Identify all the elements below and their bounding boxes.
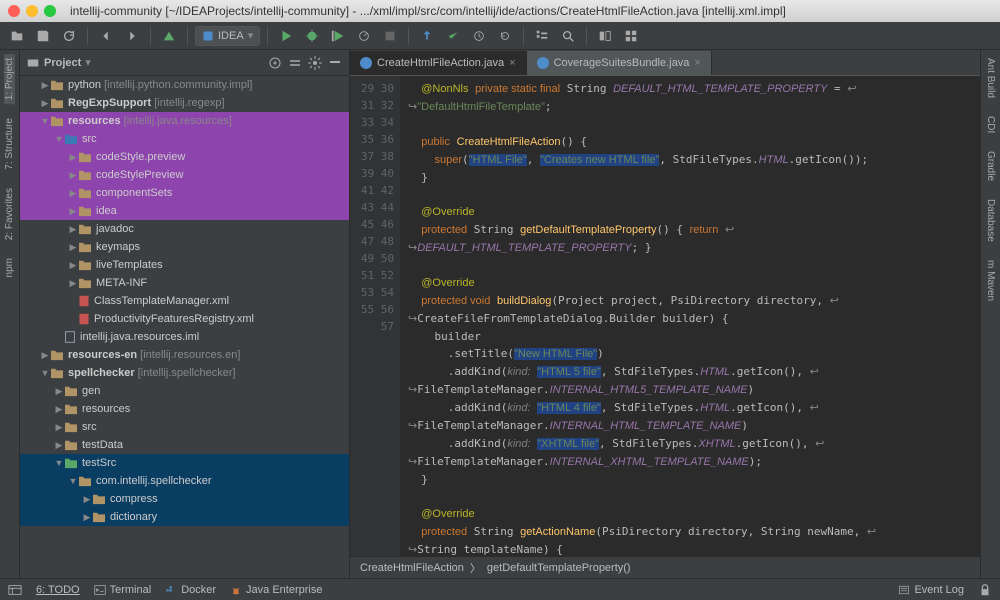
tree-row[interactable]: ▼com.intellij.spellchecker	[20, 472, 349, 490]
tree-row[interactable]: ▼spellchecker [intellij.spellchecker]	[20, 364, 349, 382]
breadcrumb-class[interactable]: CreateHtmlFileAction	[360, 562, 464, 574]
status-event-log[interactable]: Event Log	[898, 584, 964, 596]
tree-row[interactable]: ▶componentSets	[20, 184, 349, 202]
breadcrumbs: CreateHtmlFileAction 〉 getDefaultTemplat…	[350, 556, 980, 578]
back-icon[interactable]	[95, 25, 117, 47]
stop-icon[interactable]	[379, 25, 401, 47]
build-icon[interactable]	[158, 25, 180, 47]
right-toolwindow-bar: Ant Build CDI Gradle Database m Maven	[980, 50, 1000, 578]
tree-row[interactable]: ProductivityFeaturesRegistry.xml	[20, 310, 349, 328]
tree-row[interactable]: ClassTemplateManager.xml	[20, 292, 349, 310]
tree-row[interactable]: ▶keymaps	[20, 238, 349, 256]
toolwindow-database[interactable]: Database	[985, 195, 996, 246]
toolwindow-cdi[interactable]: CDI	[985, 112, 996, 137]
status-java-ee[interactable]: Java Enterprise	[230, 584, 322, 596]
toggle-icon[interactable]	[594, 25, 616, 47]
project-panel: Project ▾ ▶python [intellij.python.commu…	[20, 50, 350, 578]
tree-row[interactable]: ▶javadoc	[20, 220, 349, 238]
tree-row[interactable]: ▼src	[20, 130, 349, 148]
close-tab-icon[interactable]: ×	[694, 57, 700, 69]
gear-icon[interactable]	[307, 55, 323, 71]
tree-row[interactable]: ▶python [intellij.python.community.impl]	[20, 76, 349, 94]
run-config-selector[interactable]: IDEA ▾	[195, 26, 260, 46]
editor-tabs: CreateHtmlFileAction.java×CoverageSuites…	[350, 50, 980, 76]
settings-icon[interactable]	[620, 25, 642, 47]
search-icon[interactable]	[557, 25, 579, 47]
tree-row[interactable]: ▶compress	[20, 490, 349, 508]
collapse-icon[interactable]	[287, 55, 303, 71]
structure-icon[interactable]	[531, 25, 553, 47]
status-todo[interactable]: 6: TODO	[36, 584, 80, 596]
code-editor[interactable]: @NonNls private static final String DEFA…	[400, 76, 980, 556]
forward-icon[interactable]	[121, 25, 143, 47]
breadcrumb-method[interactable]: getDefaultTemplateProperty()	[487, 562, 631, 574]
maximize-window-button[interactable]	[44, 5, 56, 17]
tree-row[interactable]: ▶META-INF	[20, 274, 349, 292]
titlebar: intellij-community [~/IDEAProjects/intel…	[0, 0, 1000, 22]
editor-area: CreateHtmlFileAction.java×CoverageSuites…	[350, 50, 980, 578]
vcs-commit-icon[interactable]	[442, 25, 464, 47]
window-title: intellij-community [~/IDEAProjects/intel…	[70, 4, 786, 18]
tree-row[interactable]: ▶src	[20, 418, 349, 436]
debug-icon[interactable]	[301, 25, 323, 47]
project-scope-icon	[26, 56, 40, 70]
lock-icon[interactable]	[978, 583, 992, 597]
tree-row[interactable]: ▶idea	[20, 202, 349, 220]
project-tree[interactable]: ▶python [intellij.python.community.impl]…	[20, 76, 349, 578]
toolwindows-icon[interactable]	[8, 583, 22, 597]
left-toolwindow-bar: 1: Project 7: Structure 2: Favorites npm	[0, 50, 20, 578]
tree-row[interactable]: ▼testSrc	[20, 454, 349, 472]
main-toolbar: IDEA ▾	[0, 22, 1000, 50]
project-panel-header: Project ▾	[20, 50, 349, 76]
vcs-revert-icon[interactable]	[494, 25, 516, 47]
tree-row[interactable]: intellij.java.resources.iml	[20, 328, 349, 346]
line-number-gutter: 29 30 31 32 33 34 35 36 37 38 39 40 41 4…	[350, 76, 400, 556]
tree-row[interactable]: ▶resources	[20, 400, 349, 418]
toolwindow-ant[interactable]: Ant Build	[985, 54, 996, 102]
open-icon[interactable]	[6, 25, 28, 47]
status-bar: 6: TODO Terminal Docker Java Enterprise …	[0, 578, 1000, 600]
toolwindow-maven[interactable]: m Maven	[985, 256, 996, 305]
profile-icon[interactable]	[353, 25, 375, 47]
toolwindow-favorites[interactable]: 2: Favorites	[4, 184, 15, 244]
coverage-icon[interactable]	[327, 25, 349, 47]
locate-icon[interactable]	[267, 55, 283, 71]
tree-row[interactable]: ▶RegExpSupport [intellij.regexp]	[20, 94, 349, 112]
tree-row[interactable]: ▶codeStylePreview	[20, 166, 349, 184]
close-window-button[interactable]	[8, 5, 20, 17]
tree-row[interactable]: ▶resources-en [intellij.resources.en]	[20, 346, 349, 364]
run-icon[interactable]	[275, 25, 297, 47]
tree-row[interactable]: ▶dictionary	[20, 508, 349, 526]
toolwindow-project[interactable]: 1: Project	[4, 54, 15, 104]
save-icon[interactable]	[32, 25, 54, 47]
tree-row[interactable]: ▶codeStyle.preview	[20, 148, 349, 166]
toolwindow-gradle[interactable]: Gradle	[985, 147, 996, 185]
vcs-history-icon[interactable]	[468, 25, 490, 47]
vcs-update-icon[interactable]	[416, 25, 438, 47]
editor-tab[interactable]: CreateHtmlFileAction.java×	[350, 51, 527, 75]
tree-row[interactable]: ▼resources [intellij.java.resources]	[20, 112, 349, 130]
editor-tab[interactable]: CoverageSuitesBundle.java×	[527, 51, 712, 75]
toolwindow-structure[interactable]: 7: Structure	[4, 114, 15, 174]
refresh-icon[interactable]	[58, 25, 80, 47]
project-panel-title[interactable]: Project	[44, 57, 81, 69]
status-docker[interactable]: Docker	[165, 584, 216, 596]
toolwindow-npm[interactable]: npm	[4, 254, 15, 281]
hide-icon[interactable]	[327, 55, 343, 71]
close-tab-icon[interactable]: ×	[509, 57, 515, 69]
status-terminal[interactable]: Terminal	[94, 584, 152, 596]
tree-row[interactable]: ▶liveTemplates	[20, 256, 349, 274]
tree-row[interactable]: ▶gen	[20, 382, 349, 400]
minimize-window-button[interactable]	[26, 5, 38, 17]
tree-row[interactable]: ▶testData	[20, 436, 349, 454]
